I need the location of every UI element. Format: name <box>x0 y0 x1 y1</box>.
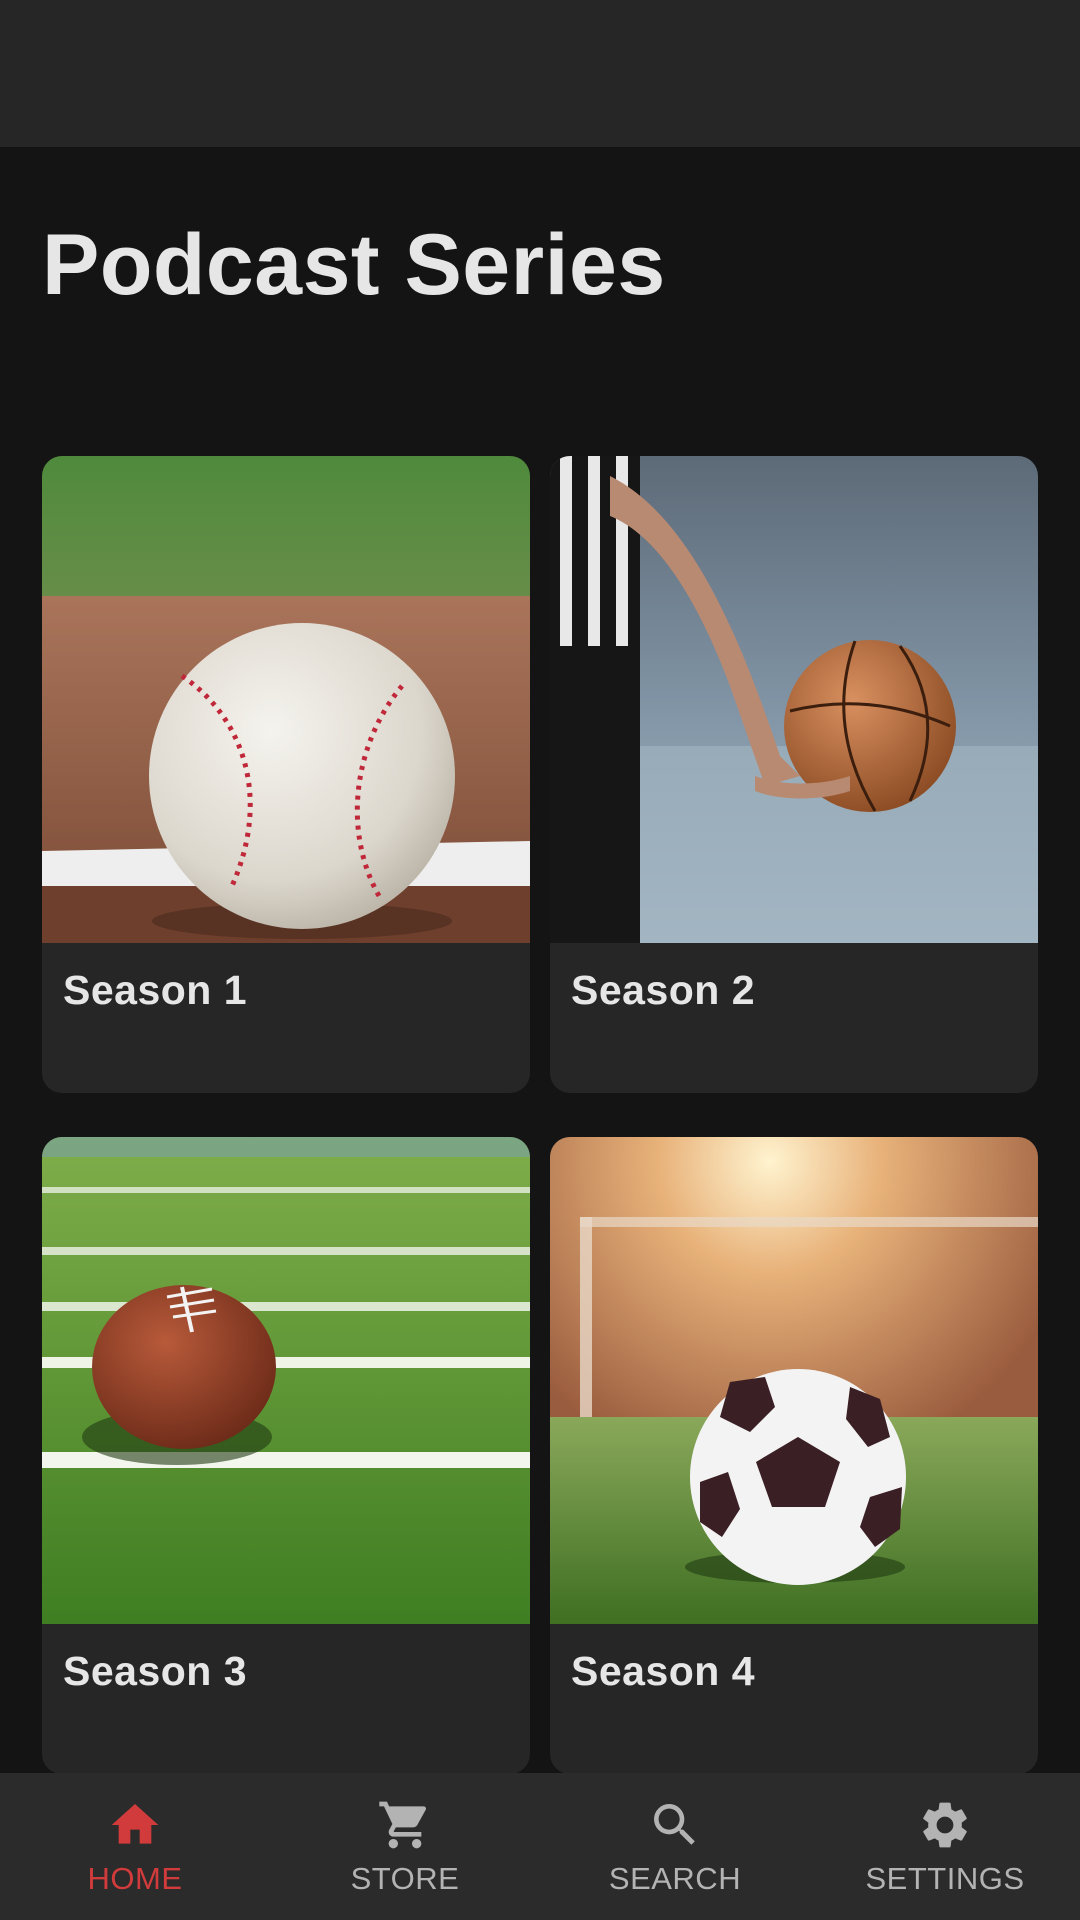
season-card-3[interactable]: Season 3 <box>42 1137 530 1774</box>
baseball-image <box>42 456 530 943</box>
gear-icon <box>923 1802 967 1848</box>
season-grid: Season 1 Season 2 Season 3 Season 4 <box>42 456 1038 1774</box>
season-card-label: Season 3 <box>63 1648 248 1694</box>
soccer-ball-image <box>550 1137 1038 1624</box>
page-title: Podcast Series <box>42 217 666 313</box>
season-card-4[interactable]: Season 4 <box>550 1137 1038 1774</box>
nav-label: HOME <box>87 1861 183 1896</box>
home-icon <box>111 1804 159 1844</box>
season-card-2[interactable]: Season 2 <box>550 456 1038 1093</box>
nav-label: STORE <box>350 1861 460 1896</box>
nav-item-store[interactable]: STORE <box>270 1773 540 1920</box>
nav-item-home[interactable]: HOME <box>0 1773 270 1920</box>
season-card-label: Season 4 <box>571 1648 756 1694</box>
app-top-bar <box>0 0 1080 147</box>
season-card-label: Season 1 <box>63 967 248 1013</box>
american-football-image <box>42 1137 530 1624</box>
nav-label: SETTINGS <box>865 1861 1025 1896</box>
nav-item-search[interactable]: SEARCH <box>540 1773 810 1920</box>
bottom-navigation-bar: HOME STORE SEARCH SETTINGS <box>0 1773 1080 1920</box>
nav-item-settings[interactable]: SETTINGS <box>810 1773 1080 1920</box>
season-card-label: Season 2 <box>571 967 756 1013</box>
cart-icon <box>379 1801 427 1849</box>
season-card-1[interactable]: Season 1 <box>42 456 530 1093</box>
search-icon <box>654 1804 695 1845</box>
nav-label: SEARCH <box>608 1861 742 1896</box>
basketball-image <box>550 456 1038 943</box>
